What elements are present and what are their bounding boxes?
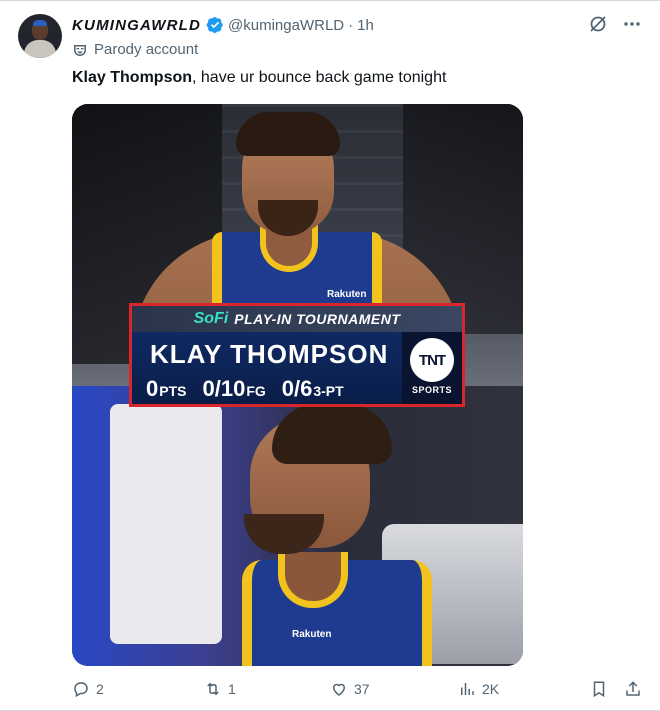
jersey-sponsor-top: Rakuten [327,289,367,300]
repost-count: 1 [228,681,236,697]
tweet-header: KUMINGAWRLD @kumingaWRLD · 1h [72,14,374,36]
parody-label: Parody account [72,41,198,58]
grok-glyph [590,16,606,32]
tweet-text-bold: Klay Thompson [72,69,193,86]
event-title: PLAY-IN TOURNAMENT [234,311,401,327]
tweet-top-actions [588,14,642,34]
view-count: 2K [482,681,500,697]
stat-three-pointers: 0/63-PT [281,376,344,401]
avatar-cap [33,20,47,26]
share-button[interactable] [624,680,642,698]
player-stats: 0PTS 0/10FG 0/63-PT [146,376,344,402]
more-options-icon[interactable] [622,14,642,34]
towel [110,404,222,644]
tnt-sports-text: SPORTS [411,385,452,395]
display-name[interactable]: KUMINGAWRLD [72,17,201,34]
player-bottom-hair [272,404,392,464]
tweet-media-image[interactable]: Rakuten Rakuten SoFi PLAY-IN TOURNAMENT … [72,104,523,666]
stat-field-goals: 0/10FG [202,376,266,401]
mask-icon [74,44,86,56]
repost-button[interactable]: 1 [204,680,236,698]
top-divider [0,0,660,1]
jersey-sponsor-bottom: Rakuten [292,629,332,640]
tweet-text: Klay Thompson, have ur bounce back game … [72,68,446,88]
repost-icon [207,682,219,696]
tnt-badge: TNT [410,338,454,382]
overlay-stat-panel: KLAY THOMPSON 0PTS 0/10FG 0/63-PT [132,332,402,404]
avatar[interactable] [18,14,62,58]
grok-icon[interactable] [588,14,608,34]
bookmark-icon [593,681,605,698]
tweet-action-bar: 2 1 37 2K [72,680,644,702]
timestamp[interactable]: 1h [357,17,374,34]
like-count: 37 [354,681,370,697]
stat-points: 0PTS [146,376,187,401]
more-dots-glyph [624,22,640,26]
reply-icon [74,682,88,698]
user-handle[interactable]: @kumingaWRLD [228,17,344,34]
bookmark-button[interactable] [590,680,608,698]
views-button[interactable]: 2K [458,680,499,698]
share-icon [626,681,640,696]
tweet-text-rest: , have ur bounce back game tonight [192,69,447,86]
overlay-banner: SoFi PLAY-IN TOURNAMENT [132,306,462,332]
avatar-body [24,40,56,58]
views-chart-icon [461,683,474,695]
verified-badge-icon[interactable] [206,16,224,34]
player-top-hair [236,112,340,156]
stat-overlay-graphic: SoFi PLAY-IN TOURNAMENT KLAY THOMPSON 0P… [129,303,465,407]
parody-text: Parody account [94,41,199,58]
like-button[interactable]: 37 [330,680,370,698]
network-logo: TNT SPORTS [402,332,462,404]
player-name: KLAY THOMPSON [150,339,389,369]
sponsor-logo: SoFi [193,310,229,327]
separator-dot: · [348,16,354,34]
heart-icon [332,683,346,696]
reply-button[interactable]: 2 [72,680,104,698]
reply-count: 2 [96,681,104,697]
